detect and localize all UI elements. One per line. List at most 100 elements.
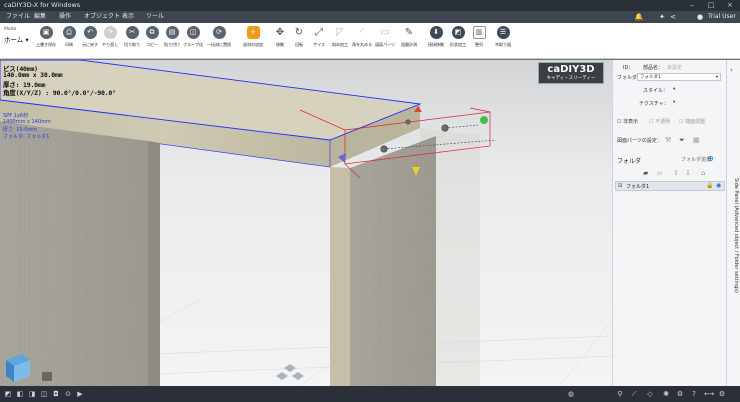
view-front-icon[interactable]: ◧ — [16, 390, 24, 398]
folder-checkbox[interactable]: ☑ — [618, 183, 622, 189]
part-name-label: 部品名： — [643, 65, 664, 71]
twitter-icon[interactable]: ✦ — [657, 12, 667, 22]
hide-checkbox[interactable]: ☐ 非表示 — [617, 118, 638, 125]
wrench-icon[interactable]: ⚙ — [676, 390, 684, 398]
cut-list-button[interactable]: ☰ 木取り図 — [491, 26, 515, 58]
add-material-icon: + — [246, 26, 260, 39]
button-label: 上書き保存 — [36, 42, 56, 47]
video-icon[interactable]: ▶ — [76, 390, 84, 398]
menu-file[interactable]: ファイル — [6, 11, 30, 23]
title-bar: caDIY3D-X for Windows – □ × — [0, 0, 740, 11]
paste-icon: ▤ — [165, 26, 179, 39]
oblique-cut-button[interactable]: ◸ 斜め加工 — [328, 26, 352, 58]
print-icon: ⎙ — [62, 26, 76, 39]
eye-icon[interactable]: ◉ — [716, 182, 721, 189]
view-side-icon[interactable]: ◨ — [28, 390, 36, 398]
replace-icon: ⟳ — [212, 26, 226, 39]
settings-icon[interactable]: ⚙ — [718, 390, 726, 398]
lightbulb-icon[interactable]: ✺ — [662, 390, 670, 398]
corner-round-button[interactable]: ◜ 角を丸める — [350, 26, 374, 58]
add-material-button[interactable]: + 部材の追加 — [241, 26, 265, 58]
walk-icon[interactable]: ⚲ — [616, 390, 624, 398]
scissors-icon: ✂ — [125, 26, 139, 39]
overwrite-save-button[interactable]: ▣ 上書き保存 — [34, 26, 58, 58]
folder-open-icon[interactable]: ▱ — [657, 169, 662, 177]
shape-process-icon: ◩ — [451, 26, 465, 39]
group-icon: ◫ — [186, 26, 200, 39]
chevron-down-icon: ▾ — [673, 87, 676, 92]
right-leg — [330, 136, 436, 386]
style-select[interactable]: ▾ — [671, 86, 693, 94]
move-icon: ✥ — [275, 27, 285, 38]
window-title: caDIY3D-X for Windows — [4, 1, 81, 9]
user-name[interactable]: Trial User — [708, 11, 736, 23]
tag-icon[interactable]: ◇ — [646, 390, 654, 398]
zoom-icon[interactable]: ⊙ — [64, 390, 72, 398]
menu-bar: ファイル 編集 操作 オブジェクト 表示 ツール 🔔 ✦ < ● Trial U… — [0, 11, 740, 23]
folder-row[interactable]: ☑ フォルダ1 🔒 ◉ — [615, 181, 725, 191]
add-folder-icon[interactable]: ⊕ — [707, 154, 714, 163]
part-name-input[interactable]: 未設定 — [667, 64, 682, 71]
chevron-right-icon[interactable]: › — [730, 66, 733, 74]
arrange-button[interactable]: ▥ 整列 — [467, 26, 491, 58]
menu-edit[interactable]: 編集 — [34, 11, 46, 23]
button-label: 木取り図 — [495, 42, 511, 47]
folder-row-label: フォルダ1 — [626, 184, 650, 190]
arrow-down-icon[interactable]: ⇩ — [685, 169, 691, 177]
properties-panel: ID： 部品名： 未設定 フォルダ フォルダ1 ▾ スタイル： ▾ テクスチャ： … — [612, 60, 726, 386]
redo-icon: ↷ — [103, 26, 117, 39]
ruler-icon[interactable]: ⟋ — [630, 390, 638, 398]
dimension-toggle-icon[interactable]: ⟷ — [704, 390, 714, 398]
redo-button[interactable]: ↷ やり直し — [98, 26, 122, 58]
view-top-icon[interactable]: ◫ — [40, 390, 48, 398]
dimension-button[interactable]: ✎ 距離計測 — [397, 26, 421, 58]
bell-icon[interactable]: 🔔 — [634, 12, 644, 22]
menu-object[interactable]: オブジェクト — [84, 11, 120, 23]
maximize-icon[interactable]: □ — [702, 0, 720, 11]
ribbon-toolbar: Mode ホーム ▾ ▣ 上書き保存 ⎙ 印刷 ↶ 元に戻す ↷ やり直し ✂ 切り取り … — [0, 23, 740, 59]
screenshot-icon[interactable]: ◘ — [52, 390, 60, 398]
group-button[interactable]: ◫ グループ化 — [181, 26, 205, 58]
minimize-icon[interactable]: – — [683, 0, 701, 11]
arrow-up-icon[interactable]: ⇧ — [673, 169, 679, 177]
dimension-icon: ✎ — [404, 27, 414, 38]
surface-part-button[interactable]: ▭ 図面パーツ — [373, 26, 397, 58]
button-label: 図面パーツ — [375, 42, 395, 47]
chevron-down-icon: ▾ — [715, 75, 718, 80]
app-logo: caDIY3D キャディ・スリーディー — [538, 62, 604, 84]
button-label: 整列 — [475, 42, 483, 47]
brush-icon[interactable]: ⚒ — [665, 136, 671, 144]
mode-value: ホーム — [4, 36, 24, 44]
undo-icon: ↶ — [83, 26, 97, 39]
close-icon[interactable]: × — [721, 0, 739, 11]
button-label: 部材の追加 — [243, 42, 263, 47]
info-line-4: 角度(X/Y/Z) : 90.0°/0.0°/-90.0° — [3, 89, 116, 97]
mode-selector[interactable]: Mode ホーム ▾ — [4, 27, 30, 51]
share-icon[interactable]: < — [668, 12, 678, 22]
help-icon[interactable]: ? — [690, 390, 698, 398]
bulk-replace-button[interactable]: ⟳ 一括材に置換 — [207, 26, 231, 58]
view-iso-icon[interactable]: ◩ — [4, 390, 12, 398]
side-panel-tab[interactable]: › Side Panel (Advanced object / Folder s… — [726, 60, 740, 386]
menu-view[interactable]: 表示 — [122, 11, 134, 23]
menu-tools[interactable]: ツール — [146, 11, 164, 23]
folder-settings-icon[interactable]: ⌂ — [701, 169, 705, 177]
scene-canvas[interactable] — [0, 60, 612, 386]
user-icon[interactable]: ● — [695, 12, 705, 22]
contact-move-button[interactable]: ⬇ 接接移動 — [424, 26, 448, 58]
info-line-2: 140.0mm x 38.0mm — [3, 71, 63, 79]
edge-fit-checkbox[interactable]: ☐ 端面調整 — [679, 118, 705, 125]
lock-icon[interactable]: 🔒 — [706, 182, 713, 189]
folder-move-icon[interactable]: ▰ — [643, 169, 648, 177]
menu-operation[interactable]: 操作 — [59, 11, 71, 23]
grid-icon[interactable]: ▦ — [693, 136, 700, 144]
texture-select[interactable]: ▾ — [671, 99, 693, 107]
globe-icon[interactable]: ◍ — [567, 390, 575, 398]
folder-label: フォルダ — [617, 75, 638, 81]
3d-viewport[interactable]: ビス(40mm) 140.0mm x 38.0mm 厚さ: 19.0mm 角度(… — [0, 60, 612, 386]
size-icon: ⤢ — [315, 27, 323, 38]
folder-select[interactable]: フォルダ1 ▾ — [637, 73, 721, 81]
transparent-checkbox[interactable]: ☐ 不透明 — [649, 118, 670, 125]
style-label: スタイル： — [643, 88, 669, 94]
filter-icon[interactable]: ⏷ — [679, 136, 685, 145]
